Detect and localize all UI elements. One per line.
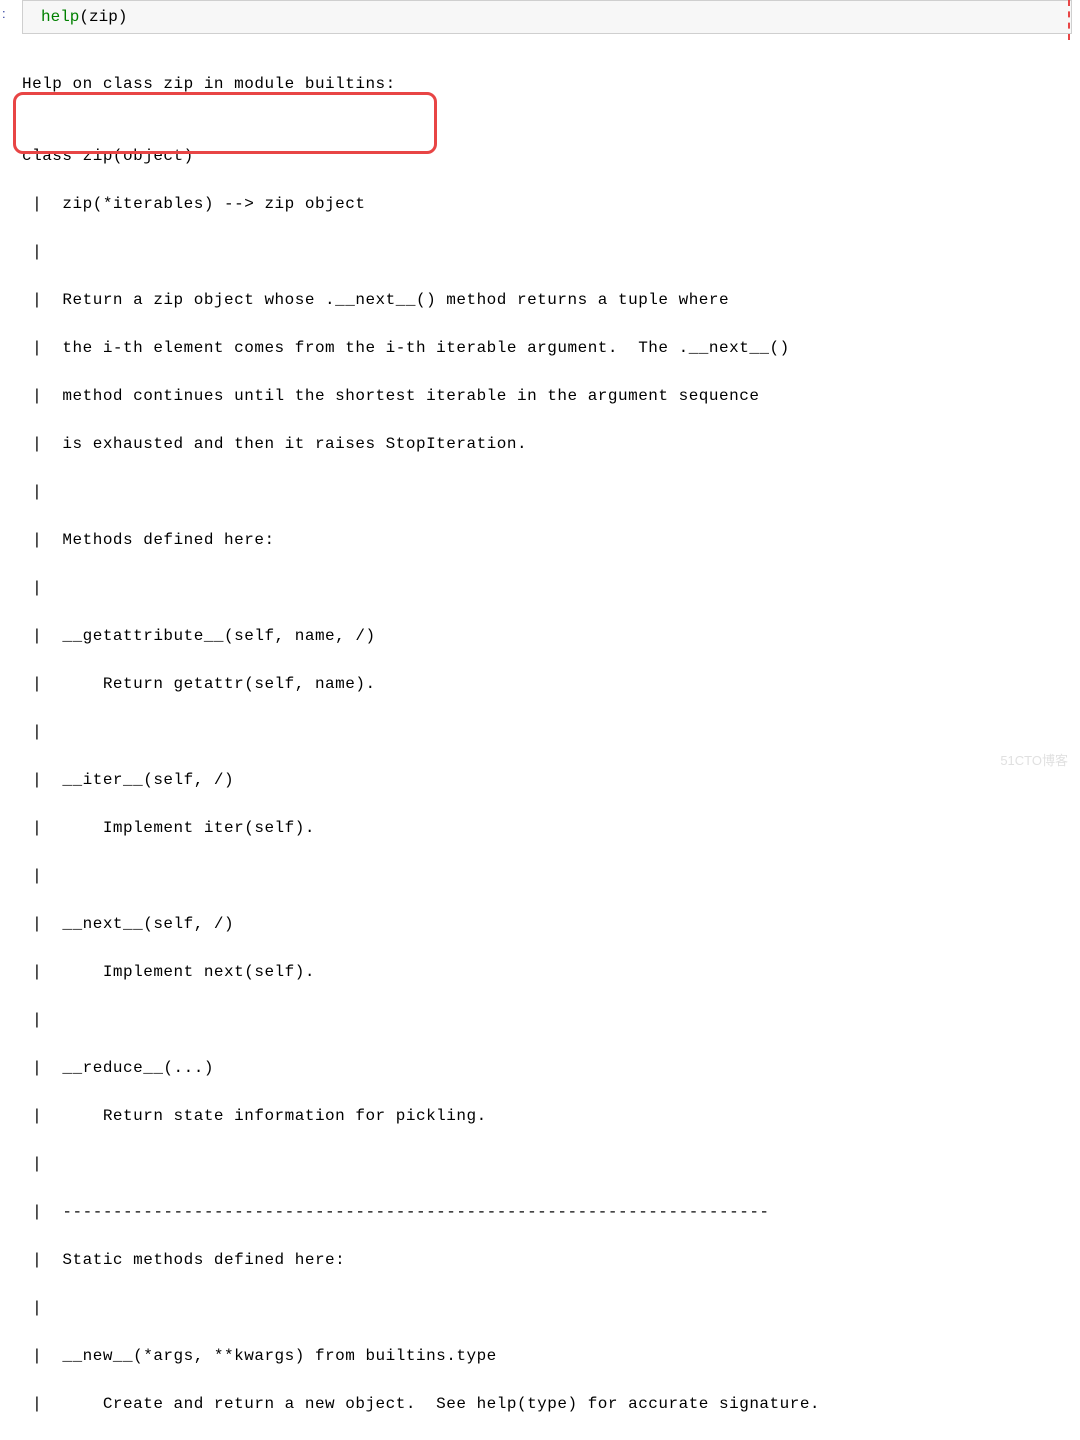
cell-boundary-marker (1068, 0, 1070, 40)
output-line: Help on class zip in module builtins: (22, 72, 1080, 96)
output-line: | is exhausted and then it raises StopIt… (22, 432, 1080, 456)
output-line: | Return state information for pickling. (22, 1104, 1080, 1128)
code-input-cell[interactable]: help(zip) (22, 0, 1072, 34)
output-line: | __getattribute__(self, name, /) (22, 624, 1080, 648)
output-line: | (22, 480, 1080, 504)
output-line: | Return a zip object whose .__next__() … (22, 288, 1080, 312)
code-line: help(zip) (41, 5, 1063, 29)
output-line: | (22, 1008, 1080, 1032)
output-line: | (22, 240, 1080, 264)
output-line: | (22, 864, 1080, 888)
output-line: | __reduce__(...) (22, 1056, 1080, 1080)
cell-prompt-indicator: : (2, 4, 6, 24)
function-name: help (41, 8, 79, 26)
output-line: | (22, 720, 1080, 744)
output-line: | zip(*iterables) --> zip object (22, 192, 1080, 216)
watermark-text: 51CTO博客 (1000, 751, 1068, 771)
output-line: | (22, 576, 1080, 600)
output-line: class zip(object) (22, 144, 1080, 168)
output-line: | __next__(self, /) (22, 912, 1080, 936)
close-paren: ) (118, 8, 128, 26)
output-line: | __new__(*args, **kwargs) from builtins… (22, 1344, 1080, 1368)
open-paren: ( (79, 8, 89, 26)
output-line: | method continues until the shortest it… (22, 384, 1080, 408)
output-line: | Create and return a new object. See he… (22, 1392, 1080, 1416)
output-line: | Implement next(self). (22, 960, 1080, 984)
output-line: | Implement iter(self). (22, 816, 1080, 840)
output-line: | (22, 1152, 1080, 1176)
output-line: | (22, 1296, 1080, 1320)
function-arg: zip (89, 8, 118, 26)
output-line: | __iter__(self, /) (22, 768, 1080, 792)
output-line: | Static methods defined here: (22, 1248, 1080, 1272)
output-line: | the i-th element comes from the i-th i… (22, 336, 1080, 360)
output-line: | Methods defined here: (22, 528, 1080, 552)
output-line: | Return getattr(self, name). (22, 672, 1080, 696)
output-line: | --------------------------------------… (22, 1200, 1080, 1224)
cell-output: Help on class zip in module builtins: cl… (0, 48, 1080, 1440)
